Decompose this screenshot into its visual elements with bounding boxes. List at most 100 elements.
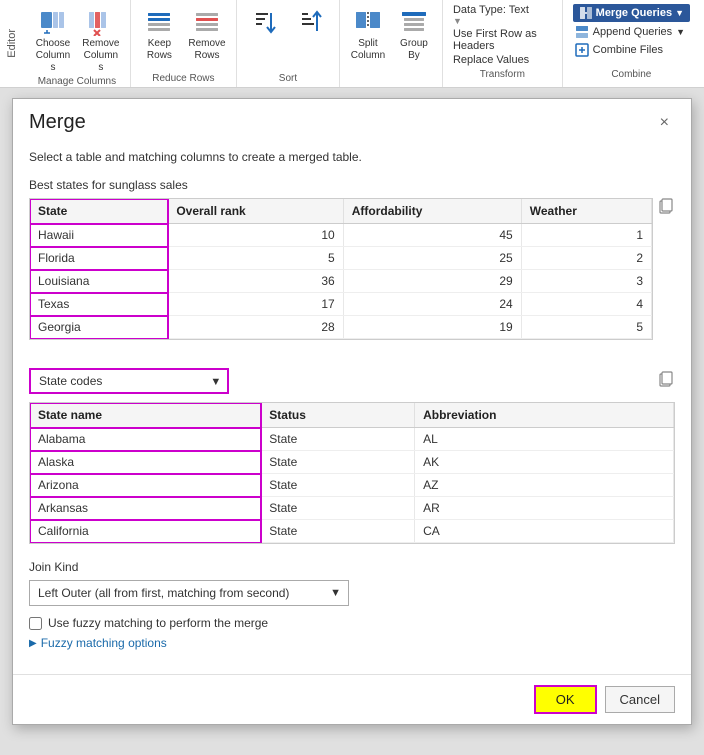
sort-group: Sort — [237, 0, 340, 87]
table-row[interactable]: Georgia 28 19 5 — [30, 316, 652, 339]
table1-name: Best states for sunglass sales — [29, 178, 675, 192]
modal-backdrop: Merge × Select a table and matching colu… — [0, 88, 704, 755]
fuzzy-toggle[interactable]: ▶ Fuzzy matching options — [29, 636, 675, 650]
table-row[interactable]: Hawaii 10 45 1 — [30, 224, 652, 247]
table2: State name Status Abbreviation Alabama S… — [30, 403, 674, 543]
cell-abbr: AZ — [415, 474, 674, 497]
cell-state: Hawaii — [30, 224, 168, 247]
cell-rank: 10 — [168, 224, 343, 247]
cancel-button[interactable]: Cancel — [605, 686, 675, 713]
reduce-rows-group-label: Reduce Rows — [152, 73, 214, 87]
cell-rank: 5 — [168, 247, 343, 270]
append-queries-button[interactable]: Append Queries ▼ — [573, 24, 690, 40]
cell-name: Alaska — [30, 451, 261, 474]
modal-close-button[interactable]: × — [654, 112, 675, 134]
group-by-button[interactable]: Group By — [392, 4, 436, 64]
sort-asc-button[interactable] — [243, 4, 287, 40]
fuzzy-toggle-label: Fuzzy matching options — [41, 636, 167, 650]
modal-footer: OK Cancel — [13, 674, 691, 724]
fuzzy-checkbox-label[interactable]: Use fuzzy matching to perform the merge — [48, 616, 268, 630]
cell-status: State — [261, 474, 415, 497]
cell-abbr: AK — [415, 451, 674, 474]
remove-columns-button[interactable]: Remove Columns — [78, 4, 124, 76]
split-group: Split Column Group By — [340, 0, 443, 87]
cell-name: California — [30, 520, 261, 543]
fuzzy-checkbox-row: Use fuzzy matching to perform the merge — [29, 616, 675, 630]
cell-weather: 4 — [521, 293, 651, 316]
table1-col-weather[interactable]: Weather — [521, 199, 651, 224]
first-row-button[interactable]: Use First Row as Headers — [453, 28, 552, 52]
split-column-button[interactable]: Split Column — [346, 4, 390, 64]
sort-group-label: Sort — [279, 73, 297, 87]
fuzzy-toggle-arrow: ▶ — [29, 638, 37, 649]
table-row[interactable]: Arkansas State AR — [30, 497, 674, 520]
cell-afford: 19 — [343, 316, 521, 339]
cell-abbr: AR — [415, 497, 674, 520]
join-kind-select[interactable]: Left Outer (all from first, matching fro… — [29, 580, 349, 606]
combine-group-label: Combine — [573, 67, 690, 83]
merge-queries-button[interactable]: Merge Queries ▼ — [573, 4, 690, 22]
table2-copy-icon[interactable] — [657, 371, 675, 392]
cell-rank: 17 — [168, 293, 343, 316]
table-row[interactable]: Arizona State AZ — [30, 474, 674, 497]
combine-files-button[interactable]: Combine Files — [573, 42, 690, 58]
ok-button[interactable]: OK — [534, 685, 597, 714]
cell-rank: 36 — [168, 270, 343, 293]
merge-modal: Merge × Select a table and matching colu… — [12, 98, 692, 725]
cell-status: State — [261, 520, 415, 543]
cell-rank: 28 — [168, 316, 343, 339]
table-row[interactable]: Florida 5 25 2 — [30, 247, 652, 270]
cell-afford: 25 — [343, 247, 521, 270]
data-type-button[interactable]: Data Type: Text ▼ — [453, 4, 529, 26]
split-column-label: Split Column — [350, 38, 386, 62]
modal-title: Merge — [29, 111, 86, 134]
combine-section: Merge Queries ▼ Append Queries ▼ Combine… — [563, 0, 700, 87]
table-row[interactable]: Louisiana 36 29 3 — [30, 270, 652, 293]
reduce-rows-group: Keep Rows Remove Rows Reduce Rows — [131, 0, 237, 87]
split-column-icon — [352, 6, 384, 38]
editor-label: Editor — [4, 25, 20, 62]
cell-weather: 1 — [521, 224, 651, 247]
choose-columns-button[interactable]: Choose Columns — [30, 4, 76, 76]
table2-col-status[interactable]: Status — [261, 403, 415, 428]
modal-description: Select a table and matching columns to c… — [29, 150, 675, 164]
cell-weather: 2 — [521, 247, 651, 270]
table1: State Overall rank Affordability Weather… — [30, 199, 652, 339]
replace-values-button[interactable]: Replace Values — [453, 54, 552, 66]
choose-columns-label: Choose Columns — [34, 38, 72, 74]
sort-asc-icon — [249, 6, 281, 38]
remove-rows-label: Remove Rows — [188, 38, 226, 62]
table2-wrapper: State name Status Abbreviation Alabama S… — [29, 402, 675, 544]
table2-select[interactable]: State codes — [29, 368, 229, 394]
fuzzy-checkbox[interactable] — [29, 617, 42, 630]
sort-desc-icon — [295, 6, 327, 38]
cell-afford: 45 — [343, 224, 521, 247]
cell-weather: 3 — [521, 270, 651, 293]
table1-col-state[interactable]: State — [30, 199, 168, 224]
table-row[interactable]: Texas 17 24 4 — [30, 293, 652, 316]
table1-col-rank[interactable]: Overall rank — [168, 199, 343, 224]
group-by-label: Group By — [396, 38, 432, 62]
cell-state: Louisiana — [30, 270, 168, 293]
remove-columns-label: Remove Columns — [82, 38, 120, 74]
table1-copy-icon[interactable] — [657, 198, 675, 219]
modal-body: Select a table and matching columns to c… — [13, 142, 691, 674]
remove-rows-icon — [191, 6, 223, 38]
table-row[interactable]: Alabama State AL — [30, 428, 674, 451]
remove-columns-icon — [85, 6, 117, 38]
ribbon: Editor Choose Columns — [0, 0, 704, 88]
combine-files-label: Combine Files — [593, 44, 663, 56]
table1-col-afford[interactable]: Affordability — [343, 199, 521, 224]
keep-rows-button[interactable]: Keep Rows — [137, 4, 182, 64]
cell-state: Georgia — [30, 316, 168, 339]
cell-abbr: AL — [415, 428, 674, 451]
cell-name: Alabama — [30, 428, 261, 451]
cell-afford: 29 — [343, 270, 521, 293]
table-row[interactable]: Alaska State AK — [30, 451, 674, 474]
cell-state: Texas — [30, 293, 168, 316]
table2-col-abbr[interactable]: Abbreviation — [415, 403, 674, 428]
remove-rows-button[interactable]: Remove Rows — [184, 4, 230, 64]
sort-desc-button[interactable] — [289, 4, 333, 40]
table-row[interactable]: California State CA — [30, 520, 674, 543]
table2-col-name[interactable]: State name — [30, 403, 261, 428]
